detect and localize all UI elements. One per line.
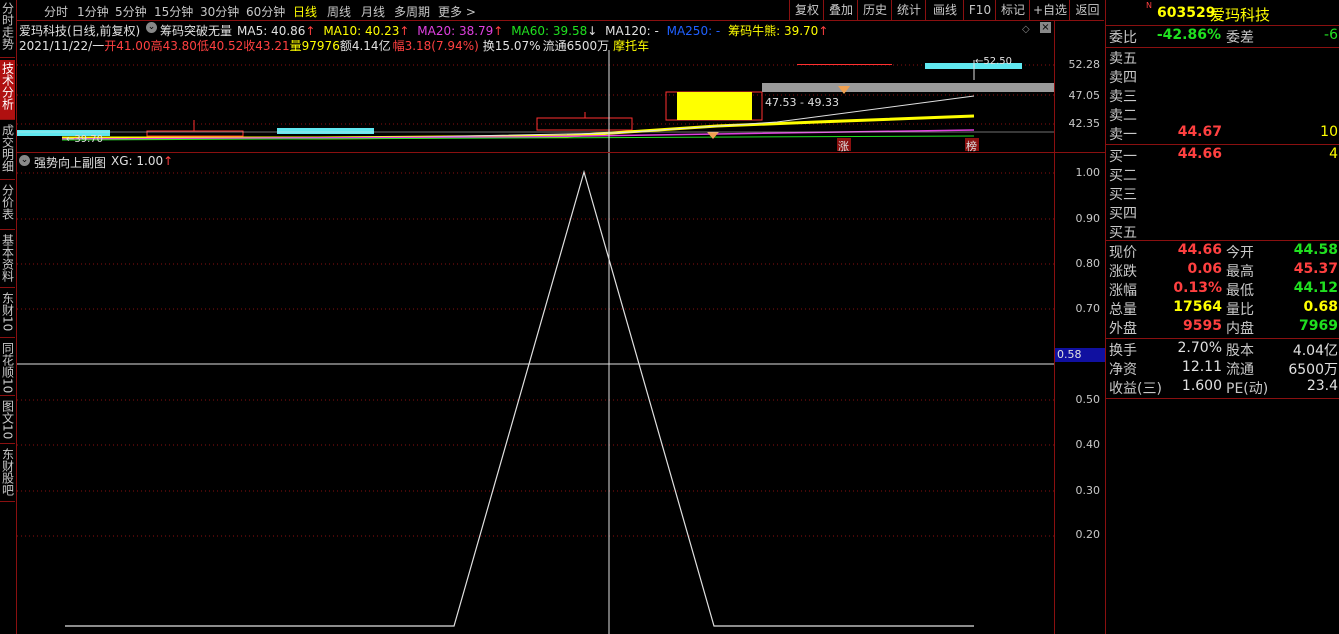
bang-label: 榜 [966,140,977,153]
f10-button[interactable]: F10 [963,0,996,20]
period-fenshi[interactable]: 分时 [44,3,68,20]
sub-tick: 0.30 [1075,484,1101,497]
sub-tick: 0.50 [1075,393,1101,406]
buy5-row: 买五 [1106,222,1339,241]
ma60-label: MA60: 39.58 [511,24,588,38]
tab-ths10[interactable]: 同花顺10 [0,340,15,396]
price-tick: 47.05 [1068,89,1101,102]
back-button[interactable]: 返回 [1069,0,1105,20]
sub-tick: 0.70 [1075,302,1101,315]
history-button[interactable]: 历史 [857,0,892,20]
stat-row: 涨幅 0.13% 最低 44.12 [1109,280,1338,299]
quote-panel: N 603529 爱玛科技 委比 -42.86% 委差 -6 卖五 卖四 卖三 … [1105,0,1339,634]
xg-line [65,169,974,627]
stat-row: 现价 44.66 今开 44.58 [1109,242,1338,261]
fund-row: 收益(三) 1.600 PE(动) 23.4 [1106,378,1339,399]
low-mark: ←39.70 [66,134,104,145]
buy1-row: 买一 44.66 4 [1109,146,1338,165]
fund-row: 净资 12.11 流通 6500万 [1109,359,1338,378]
stat-row: 涨跌 0.06 最高 45.37 [1109,261,1338,280]
period-daily[interactable]: 日线 [293,3,317,20]
new-badge: N [1146,1,1152,10]
period-monthly[interactable]: 月线 [361,3,385,20]
sub-tick: 0.40 [1075,438,1101,451]
sell4-row: 卖四 [1109,70,1137,86]
cursor-value-badge: 0.58 [1055,348,1106,362]
sell3-row: 卖三 [1109,89,1137,105]
buy4-row: 买四 [1109,206,1137,222]
left-tab-bar: 分时走势 技术分析 成交明细 分价表 基本资料 东财10 同花顺10 图文10 … [0,0,17,634]
diamond-icon[interactable]: ◇ [1022,24,1030,35]
ma10-label: MA10: 40.23 [323,24,400,38]
tab-eastmoney10[interactable]: 东财10 [0,290,15,338]
period-5min[interactable]: 5分钟 [115,3,147,20]
period-15min[interactable]: 15分钟 [154,3,193,20]
buy2-row: 买二 [1109,168,1137,184]
collapse-icon[interactable]: ⌄ [146,22,157,33]
sub-tick: 0.90 [1075,212,1101,225]
chip-line [797,64,892,65]
add-watchlist-button[interactable]: +自选 [1029,0,1070,20]
sell1-row: 卖一 44.67 10 [1106,124,1339,145]
overlay-button[interactable]: 叠加 [823,0,858,20]
sell2-row: 卖二 [1109,108,1137,124]
chip-bar [277,128,374,134]
tab-basic-info[interactable]: 基本资料 [0,232,15,288]
chip-bull-bear-label: 筹码牛熊: 39.70 [728,24,819,38]
marker-arrow [707,132,719,139]
period-multi[interactable]: 多周期 [394,3,430,20]
draw-line-button[interactable]: 画线 [925,0,964,20]
high-mark: ←52.50 [975,56,1013,67]
ma20-label: MA20: 38.79 [417,24,494,38]
period-30min[interactable]: 30分钟 [200,3,239,20]
sell5-row: 卖五 [1109,51,1137,67]
stat-row: 总量 17564 量比 0.68 [1109,299,1338,318]
mark-button[interactable]: 标记 [995,0,1030,20]
buy3-row: 买三 [1109,187,1137,203]
stock-name: 爱玛科技 [1210,6,1271,24]
fund-row: 换手 2.70% 股本 4.04亿 [1109,340,1338,359]
chip-fill-yellow [677,92,752,120]
period-1min[interactable]: 1分钟 [77,3,109,20]
period-60min[interactable]: 60分钟 [246,3,285,20]
range-label: 47.53 - 49.33 [765,96,839,109]
close-icon[interactable]: × [1040,22,1051,33]
stat-row: 外盘 9595 内盘 7969 [1106,318,1339,339]
chip-gray-band [762,83,1054,92]
tab-time-sharing[interactable]: 分时走势 [0,0,15,58]
ma120-label: MA120: - [605,24,659,38]
period-toolbar: 分时 1分钟 5分钟 15分钟 30分钟 60分钟 日线 周线 月线 多周期 更… [17,0,1104,21]
ma5-label: MA5: 40.86 [237,24,306,38]
price-tick: 52.28 [1068,58,1101,71]
tab-price-table[interactable]: 分价表 [0,182,15,230]
sub-tick: 0.80 [1075,257,1101,270]
sub-chart [17,153,1054,634]
stats-button[interactable]: 统计 [891,0,926,20]
stock-code: 603529 [1157,5,1216,21]
sub-tick: 0.20 [1075,528,1101,541]
tab-eastmoney-forum[interactable]: 东财股吧 [0,446,15,502]
fuquan-button[interactable]: 复权 [789,0,824,20]
ma250-label: MA250: - [666,24,721,38]
tab-trade-detail[interactable]: 成交明细 [0,122,15,180]
sub-tick: 1.00 [1075,166,1101,179]
axis-divider [1054,20,1055,634]
quote-header: N 603529 爱玛科技 [1106,0,1339,26]
zhang-label: 涨 [838,140,849,153]
tab-technical-analysis[interactable]: 技术分析 [0,60,15,120]
weibi-row: 委比 -42.86% 委差 -6 [1106,27,1339,48]
period-weekly[interactable]: 周线 [327,3,351,20]
price-tick: 42.35 [1068,117,1101,130]
tab-graphic10[interactable]: 图文10 [0,398,15,444]
price-chart [17,50,1054,152]
period-more[interactable]: 更多 > [438,3,476,20]
